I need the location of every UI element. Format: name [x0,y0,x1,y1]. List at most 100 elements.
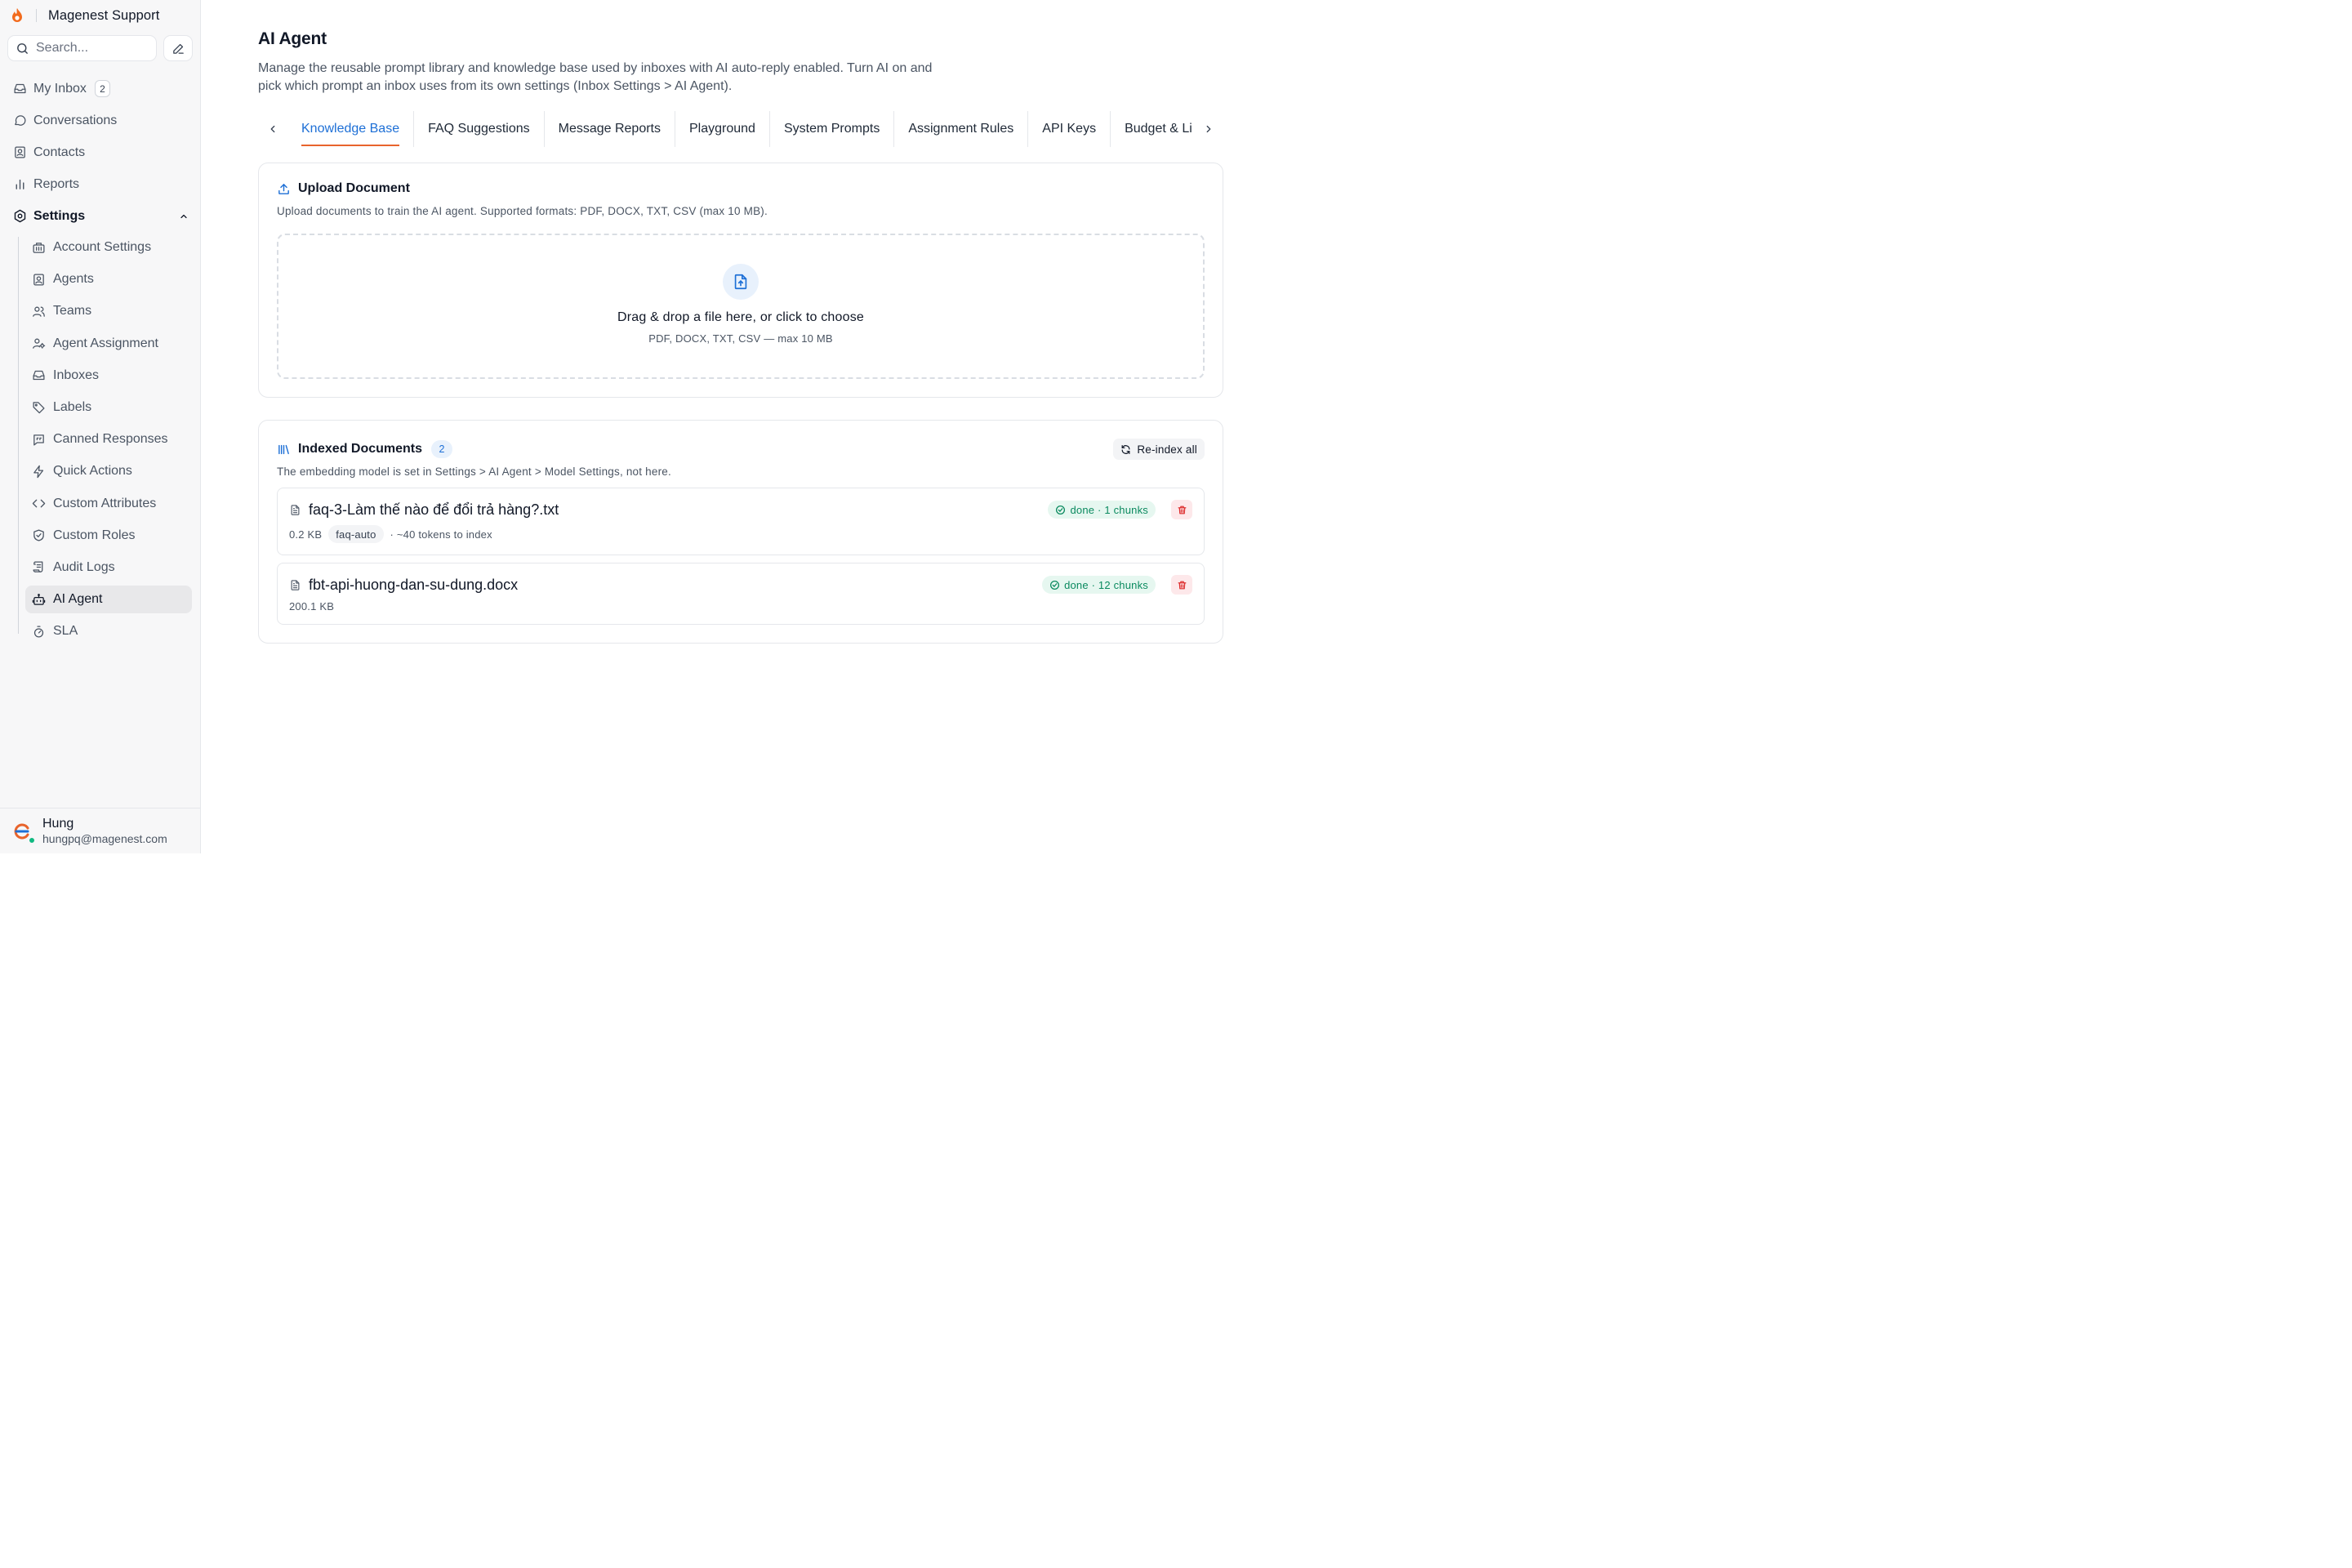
user-name: Hung [42,816,74,831]
settings-item-label: SLA [53,624,78,639]
user-cog-icon [32,336,46,350]
nav-settings[interactable]: Settings [0,200,200,232]
nav-conversations[interactable]: Conversations [0,105,200,136]
settings-item-ai-agent[interactable]: AI Agent [25,586,192,614]
main-nav: My Inbox 2 Conversations Contacts Report… [0,73,200,232]
document-size: 0.2 KB [289,528,323,541]
lightning-icon [32,465,46,479]
settings-item-account-settings[interactable]: Account Settings [25,234,192,261]
settings-item-teams[interactable]: Teams [25,297,192,325]
settings-item-labels[interactable]: Labels [25,394,192,421]
search-input[interactable]: Search... [7,35,158,61]
tab-faq-suggestions[interactable]: FAQ Suggestions [414,111,545,147]
user-profile[interactable]: Hung hungpq@magenest.com [0,808,200,853]
scroll-icon [32,560,46,574]
reindex-all-button[interactable]: Re-index all [1113,439,1205,460]
document-token-estimate: · ~40 tokens to index [390,528,492,541]
chevron-up-icon[interactable] [179,212,189,221]
tab-strip: Knowledge Base FAQ Suggestions Message Rep… [287,111,1194,147]
document-name: faq-3-Làm thế nào để đổi trả hàng?.txt [309,501,559,518]
brand-separator [36,9,37,22]
inbox-icon [32,368,46,382]
settings-item-custom-roles[interactable]: Custom Roles [25,522,192,550]
timer-icon [32,625,46,639]
tab-knowledge-base[interactable]: Knowledge Base [287,111,415,147]
contact-card-icon [32,273,46,287]
page-description: Manage the reusable prompt library and k… [258,61,933,93]
brand-name: Magenest Support [48,7,160,23]
user-email: hungpq@magenest.com [42,831,167,845]
refresh-icon [1120,444,1131,455]
file-text-icon [289,504,301,516]
nav-conversations-label: Conversations [33,113,118,127]
main-content: AI Agent Manage the reusable prompt libr… [201,0,1263,853]
upload-icon [277,182,291,196]
embedding-model-note: The embedding model is set in Settings >… [277,466,671,478]
shield-check-icon [32,528,46,542]
nav-my-inbox-label: My Inbox [33,81,87,96]
settings-item-inboxes[interactable]: Inboxes [25,362,192,390]
upload-card-subtitle: Upload documents to train the AI agent. … [277,205,768,217]
trash-icon [1177,580,1187,590]
settings-item-label: Labels [53,399,92,414]
settings-item-label: Custom Attributes [53,496,157,510]
tab-assignment-rules[interactable]: Assignment Rules [894,111,1029,147]
settings-item-quick-actions[interactable]: Quick Actions [25,457,192,485]
brand-logo-icon[interactable] [10,7,24,24]
document-name: fbt-api-huong-dan-su-dung.docx [309,576,519,593]
document-row[interactable]: faq-3-Làm thế nào để đổi trả hàng?.txt d… [277,488,1205,555]
settings-item-audit-logs[interactable]: Audit Logs [25,554,192,581]
document-status-badge: done · 12 chunks [1042,576,1156,594]
tab-bar: Knowledge Base FAQ Suggestions Message Rep… [258,111,1223,147]
settings-item-label: Agents [53,272,94,287]
document-row-top: faq-3-Làm thế nào để đổi trả hàng?.txt d… [289,500,1192,519]
tab-scroll-right[interactable] [1194,111,1223,147]
settings-item-label: Account Settings [53,240,152,254]
dropzone-instruction: Drag & drop a file here, or click to cho… [617,310,865,324]
document-row-top: fbt-api-huong-dan-su-dung.docx done · 12… [289,575,1192,595]
settings-item-sla[interactable]: SLA [25,617,192,645]
nav-contacts[interactable]: Contacts [0,136,200,168]
sidebar: Magenest Support Search... My Inbox 2 Co… [0,0,201,853]
document-size: 200.1 KB [289,600,335,612]
building-icon [32,241,46,255]
nav-reports[interactable]: Reports [0,168,200,200]
settings-item-label: Audit Logs [53,559,115,574]
document-row[interactable]: fbt-api-huong-dan-su-dung.docx done · 12… [277,563,1205,625]
settings-item-label: Teams [53,304,92,318]
tab-api-keys[interactable]: API Keys [1028,111,1111,147]
settings-item-agents[interactable]: Agents [25,265,192,293]
trash-icon [1177,505,1187,515]
tab-message-reports[interactable]: Message Reports [545,111,675,147]
users-icon [32,305,46,318]
compose-button[interactable] [163,35,193,61]
settings-item-canned-responses[interactable]: Canned Responses [25,425,192,453]
bot-icon [32,593,46,607]
chevron-right-icon [1203,123,1214,135]
document-tag: faq-auto [328,525,384,543]
dropzone-formats: PDF, DOCX, TXT, CSV — max 10 MB [648,332,833,345]
my-inbox-count-badge: 2 [94,80,110,97]
file-dropzone[interactable]: Drag & drop a file here, or click to cho… [277,234,1205,379]
tab-budget-li[interactable]: Budget & Li [1111,111,1194,147]
upload-card-title: Upload Document [298,181,410,195]
nav-my-inbox[interactable]: My Inbox 2 [0,73,200,105]
tab-scroll-left[interactable] [258,111,287,147]
settings-item-agent-assignment[interactable]: Agent Assignment [25,330,192,358]
settings-item-label: AI Agent [53,592,103,607]
user-info: Hung hungpq@magenest.com [42,817,167,846]
indexed-count-badge: 2 [431,440,453,458]
settings-item-custom-attributes[interactable]: Custom Attributes [25,490,192,518]
tab-playground[interactable]: Playground [675,111,770,147]
upload-card-header: Upload Document [277,181,1205,196]
delete-document-button[interactable] [1171,575,1192,595]
document-meta: 200.1 KB [289,600,1192,612]
delete-document-button[interactable] [1171,500,1192,519]
nav-contacts-label: Contacts [33,145,86,159]
upload-document-card: Upload Document Upload documents to trai… [258,163,1223,398]
chevron-left-icon [267,123,278,135]
reindex-all-label: Re-index all [1137,443,1197,456]
settings-item-label: Canned Responses [53,432,168,447]
tab-system-prompts[interactable]: System Prompts [770,111,895,147]
tag-icon [32,400,46,414]
